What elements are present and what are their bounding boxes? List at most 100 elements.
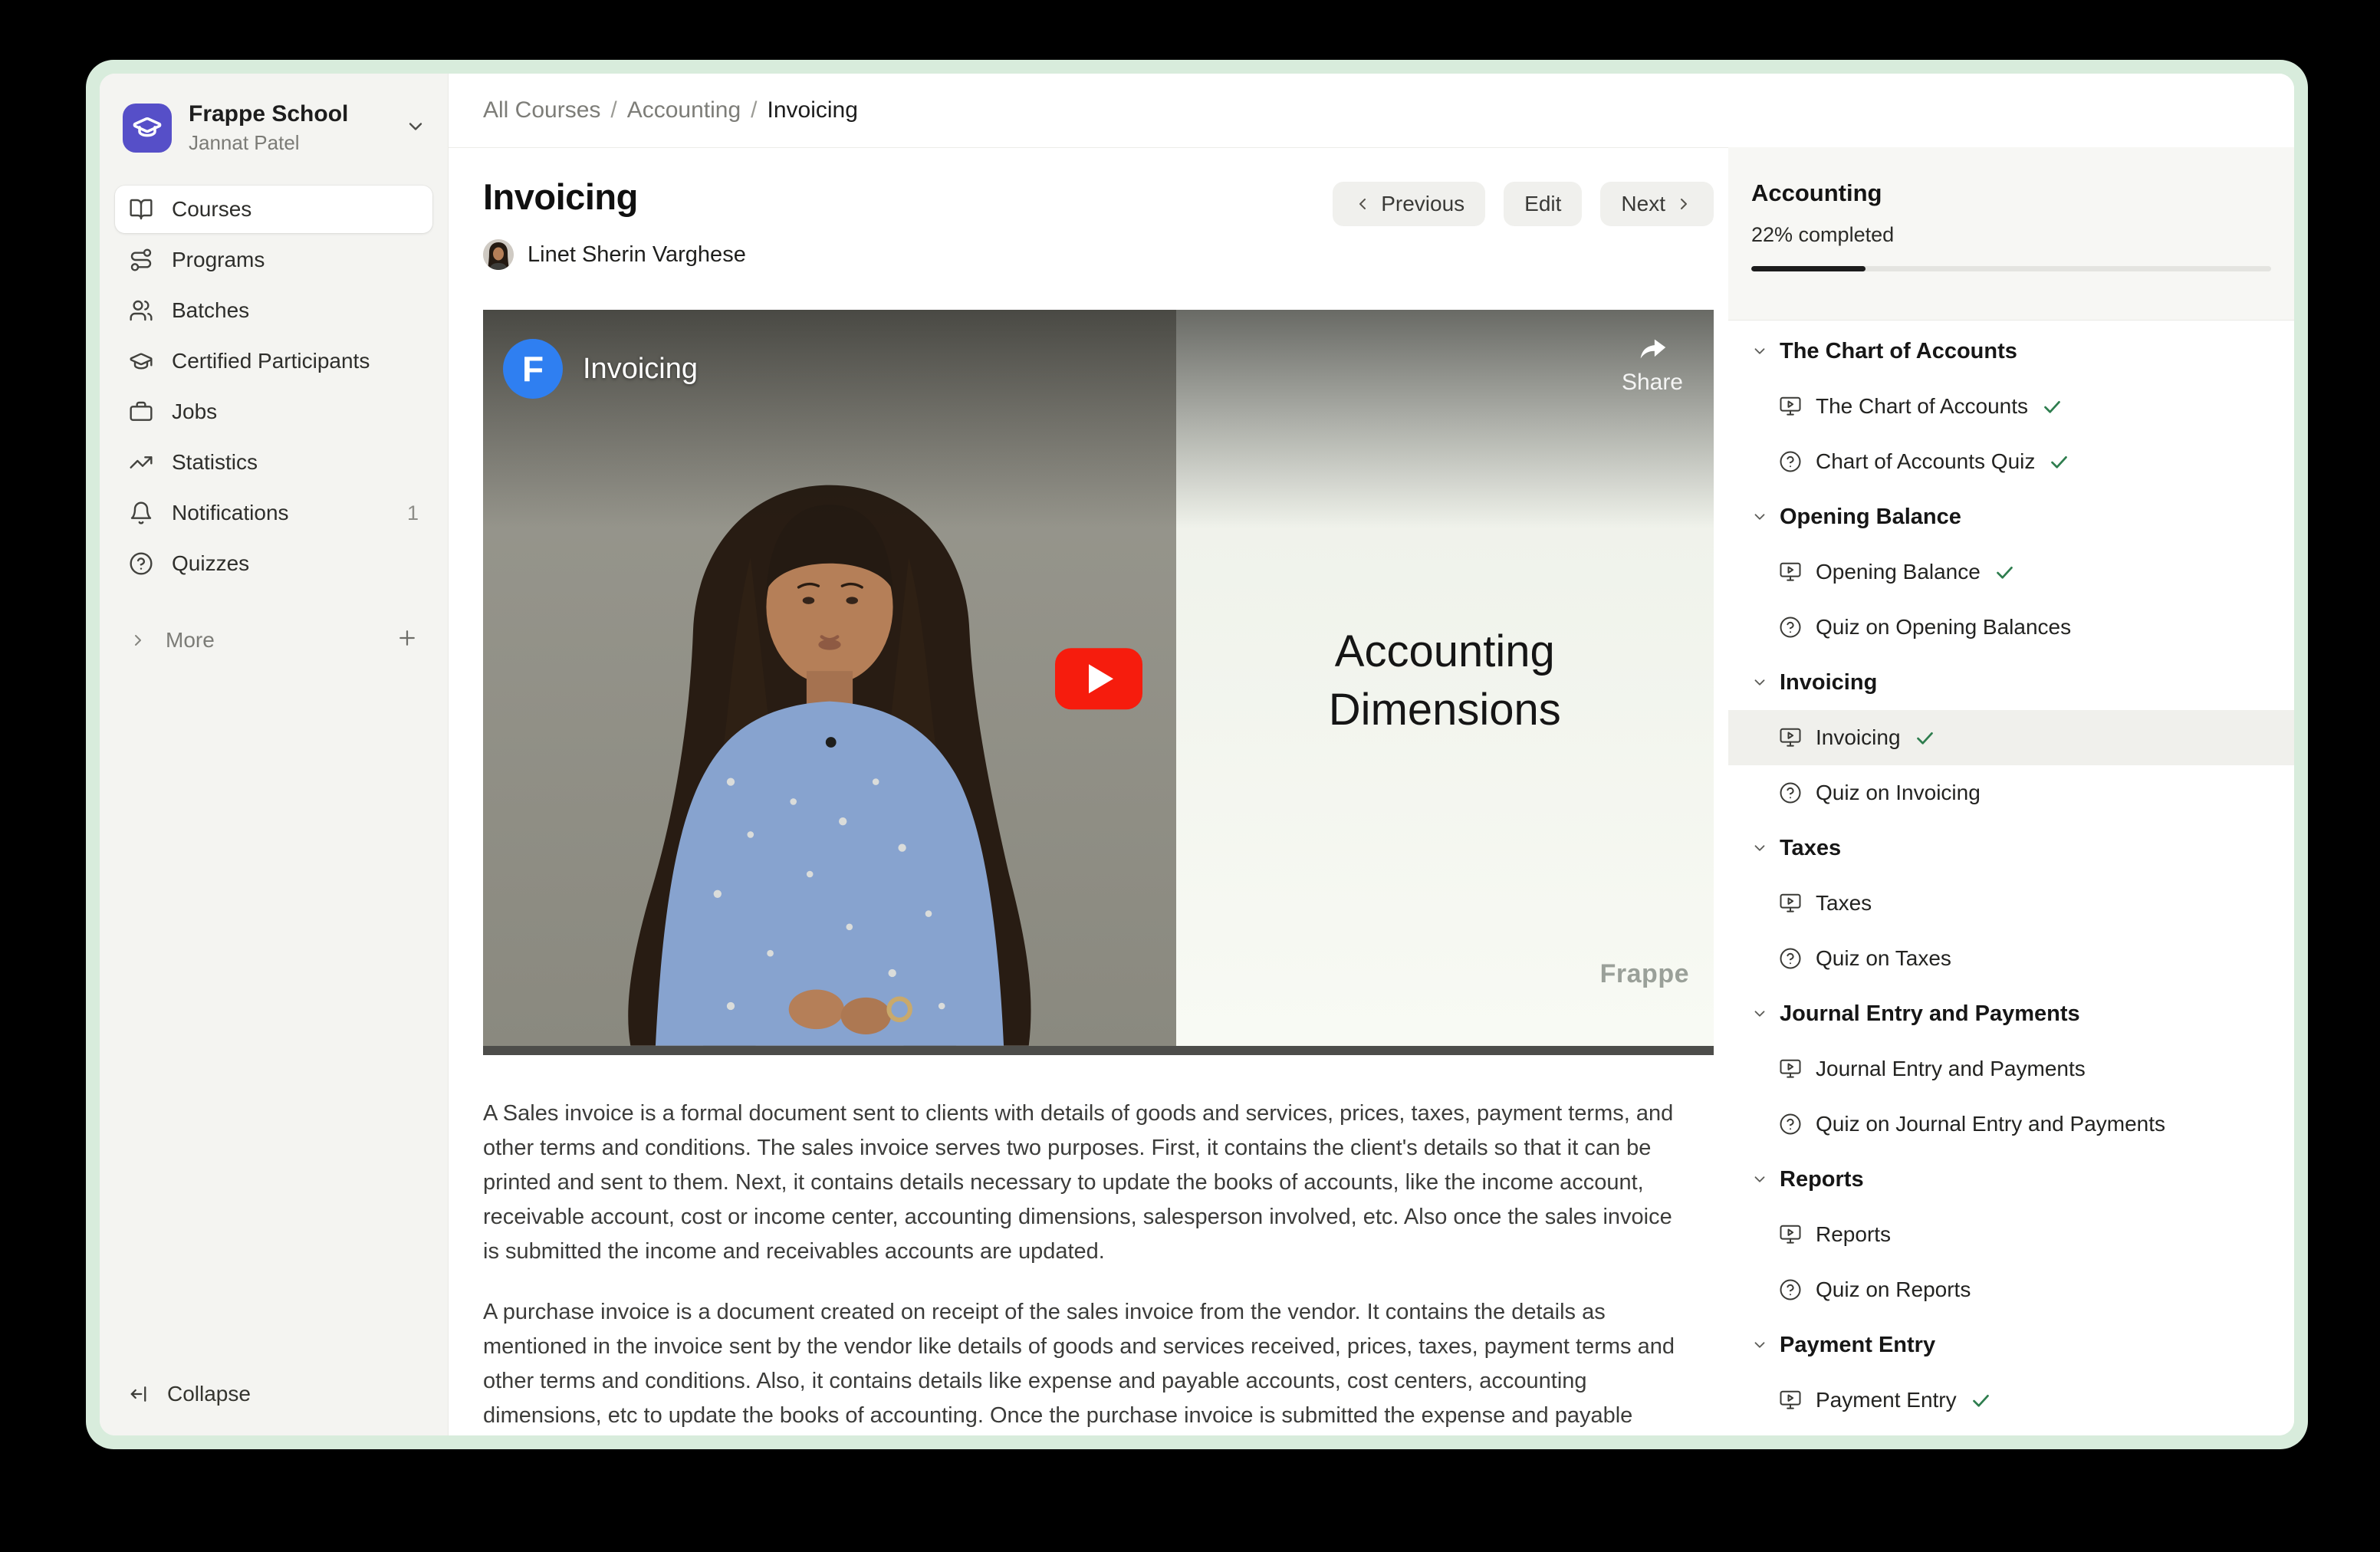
outline-item-label: Quiz on Journal Entry and Payments	[1816, 1112, 2165, 1136]
outline-item-quiz-on-journal-entry-and-payments[interactable]: Quiz on Journal Entry and Payments	[1728, 1097, 2294, 1152]
check-icon	[1994, 562, 2015, 583]
sidebar-more[interactable]: More	[115, 618, 432, 663]
outline-item-label: Invoicing	[1816, 725, 1901, 750]
video-share-button[interactable]: Share	[1622, 333, 1683, 396]
monitor-play-icon	[1779, 1057, 1802, 1080]
outline-item-quiz-on-invoicing[interactable]: Quiz on Invoicing	[1728, 765, 2294, 820]
sidebar-item-label: Certified Participants	[172, 349, 370, 373]
more-label: More	[166, 628, 215, 653]
frappe-school-logo	[123, 104, 172, 153]
add-button[interactable]	[396, 626, 419, 655]
help-circle-icon	[1779, 450, 1802, 473]
outline-item-chart-of-accounts-quiz[interactable]: Chart of Accounts Quiz	[1728, 434, 2294, 489]
outline-item-taxes[interactable]: Taxes	[1728, 876, 2294, 931]
course-outline-panel: Accounting 22% completed The Chart of Ac…	[1728, 74, 2294, 1435]
trending-up-icon	[129, 450, 153, 475]
outline-section-taxes[interactable]: Taxes	[1728, 820, 2294, 876]
sidebar-nav: CoursesPrograms Batches Certified Particip…	[115, 186, 432, 587]
edit-button[interactable]: Edit	[1504, 182, 1582, 226]
workspace-title: Frappe School	[189, 101, 388, 127]
outline-item-label: Chart of Accounts Quiz	[1816, 449, 2035, 474]
video-player[interactable]: Accounting Dimensions F Invoicing Share	[483, 310, 1714, 1055]
video-slide-title: Accounting Dimensions	[1176, 623, 1714, 739]
help-circle-icon	[129, 551, 153, 576]
check-icon	[2042, 396, 2063, 417]
chevron-down-icon	[1751, 508, 1768, 525]
outline-item-label: Journal Entry and Payments	[1816, 1057, 2086, 1081]
breadcrumb-separator: /	[751, 97, 757, 123]
outline-section-the-chart-of-accounts[interactable]: The Chart of Accounts	[1728, 324, 2294, 379]
outline-item-payment-entry[interactable]: Payment Entry	[1728, 1373, 2294, 1428]
outline-item-quiz-on-taxes[interactable]: Quiz on Taxes	[1728, 931, 2294, 986]
book-open-icon	[129, 197, 153, 222]
bell-icon	[129, 501, 153, 525]
help-circle-icon	[1779, 616, 1802, 639]
app-surface: Frappe School Jannat Patel CoursesProgra…	[100, 74, 2294, 1435]
outline-item-quiz-on-opening-balances[interactable]: Quiz on Opening Balances	[1728, 600, 2294, 655]
author-avatar	[483, 239, 514, 270]
outline-item-journal-entry-and-payments[interactable]: Journal Entry and Payments	[1728, 1041, 2294, 1097]
sidebar-item-quizzes[interactable]: Quizzes	[115, 540, 432, 587]
sidebar-item-label: Batches	[172, 298, 249, 323]
video-channel-avatar[interactable]: F	[503, 339, 563, 399]
course-progress-bar	[1751, 266, 2271, 271]
sidebar-item-statistics[interactable]: Statistics	[115, 439, 432, 486]
breadcrumb-course[interactable]: Accounting	[627, 97, 741, 123]
outline-item-label: Quiz on Invoicing	[1816, 781, 1981, 805]
outline-section-opening-balance[interactable]: Opening Balance	[1728, 489, 2294, 544]
collapse-label: Collapse	[167, 1382, 251, 1406]
sidebar-item-batches[interactable]: Batches	[115, 287, 432, 334]
graduation-cap-icon	[129, 349, 153, 373]
users-icon	[129, 298, 153, 323]
lesson-paragraph: A Sales invoice is a formal document sen…	[483, 1097, 1683, 1269]
outline-item-label: Taxes	[1816, 891, 1872, 916]
outline-section-title: Payment Entry	[1780, 1333, 1935, 1358]
collapse-sidebar-icon	[129, 1383, 152, 1406]
outline-item-the-chart-of-accounts[interactable]: The Chart of Accounts	[1728, 379, 2294, 434]
outline-item-quiz-on-reports[interactable]: Quiz on Reports	[1728, 1262, 2294, 1317]
chevron-down-icon	[1751, 674, 1768, 691]
check-icon	[2049, 452, 2069, 472]
chevron-down-icon	[1751, 840, 1768, 857]
plus-icon	[396, 626, 419, 649]
sidebar-item-programs[interactable]: Programs	[115, 236, 432, 284]
workspace-switcher[interactable]: Frappe School Jannat Patel	[115, 89, 432, 163]
outline-item-reports[interactable]: Reports	[1728, 1207, 2294, 1262]
video-title[interactable]: Invoicing	[583, 353, 698, 386]
outline-section-reports[interactable]: Reports	[1728, 1152, 2294, 1207]
frappe-watermark: Frappe	[1600, 959, 1689, 989]
briefcase-icon	[129, 400, 153, 424]
sidebar-item-courses[interactable]: Courses	[115, 186, 432, 233]
video-play-button[interactable]	[1055, 648, 1142, 709]
sidebar-collapse-button[interactable]: Collapse	[115, 1373, 432, 1416]
sidebar-item-certified-participants[interactable]: Certified Participants	[115, 337, 432, 385]
left-sidebar: Frappe School Jannat Patel CoursesProgra…	[100, 74, 449, 1435]
sidebar-item-notifications[interactable]: Notifications1	[115, 489, 432, 537]
lesson-paragraph: A purchase invoice is a document created…	[483, 1295, 1683, 1435]
outline-section-payment-entry[interactable]: Payment Entry	[1728, 1317, 2294, 1373]
outline-item-label: The Chart of Accounts	[1816, 394, 2028, 419]
app-window: Frappe School Jannat Patel CoursesProgra…	[86, 60, 2308, 1449]
breadcrumb-all-courses[interactable]: All Courses	[483, 97, 600, 123]
lesson-article: A Sales invoice is a formal document sen…	[483, 1097, 1715, 1435]
outline-item-invoicing[interactable]: Invoicing	[1728, 710, 2294, 765]
monitor-play-icon	[1779, 892, 1802, 915]
check-icon	[1971, 1390, 1991, 1411]
outline-section-title: Opening Balance	[1780, 505, 1961, 530]
help-circle-icon	[1779, 947, 1802, 970]
previous-button[interactable]: Previous	[1333, 182, 1485, 226]
outline-section-title: Journal Entry and Payments	[1780, 1001, 2080, 1027]
chevron-down-icon	[1751, 1337, 1768, 1353]
sidebar-item-label: Notifications	[172, 501, 289, 525]
author-name: Linet Sherin Varghese	[528, 242, 746, 268]
sidebar-item-jobs[interactable]: Jobs	[115, 388, 432, 436]
outline-section-invoicing[interactable]: Invoicing	[1728, 655, 2294, 710]
outline-item-opening-balance[interactable]: Opening Balance	[1728, 544, 2294, 600]
course-title: Accounting	[1751, 179, 2271, 207]
graduation-cap-icon	[132, 113, 163, 143]
outline-section-journal-entry-and-payments[interactable]: Journal Entry and Payments	[1728, 986, 2294, 1041]
share-icon	[1629, 333, 1675, 368]
next-button[interactable]: Next	[1600, 182, 1714, 226]
video-bottom-bar	[483, 1046, 1714, 1055]
chevron-down-icon	[405, 116, 426, 141]
